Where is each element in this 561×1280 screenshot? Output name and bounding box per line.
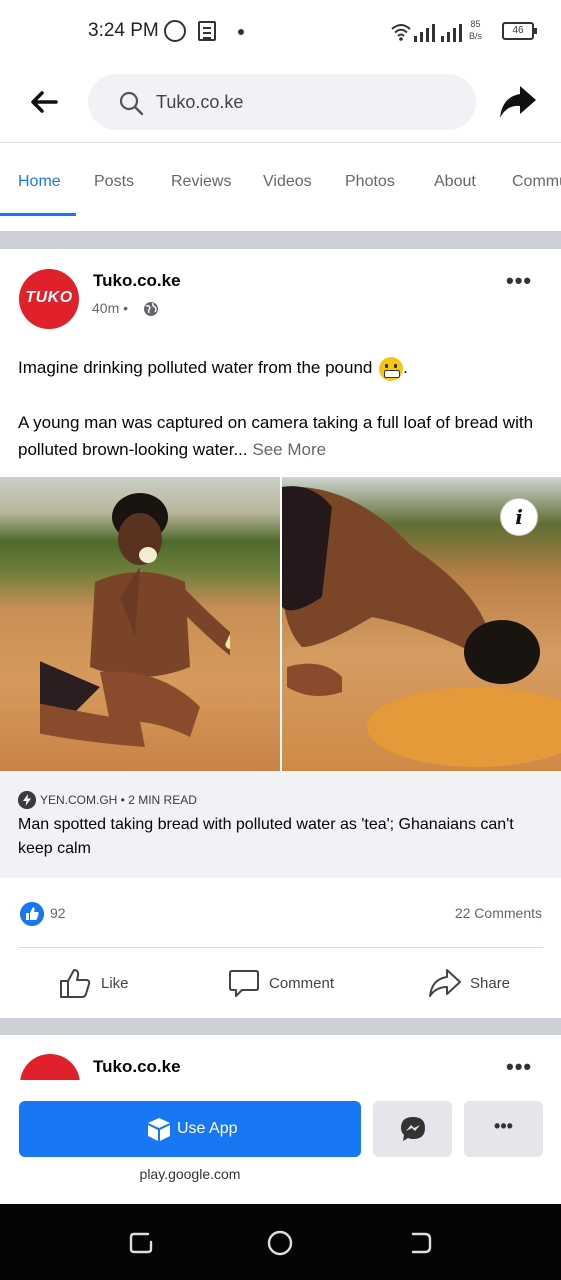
tab-community[interactable]: Community <box>512 173 561 191</box>
signal-icon-2 <box>441 22 467 42</box>
news-icon <box>198 21 216 41</box>
post-image[interactable]: i <box>0 477 561 771</box>
see-more-link[interactable]: See More <box>252 440 326 459</box>
comment-label: Comment <box>269 975 335 992</box>
link-title: Man spotted taking bread with polluted w… <box>18 816 514 857</box>
next-post-more-options[interactable]: ••• <box>506 1054 532 1080</box>
person-eating-bread-image <box>40 493 230 747</box>
back-nav-icon[interactable] <box>405 1228 435 1258</box>
network-speed-unit: B/s <box>469 31 483 41</box>
next-post-page-name[interactable]: Tuko.co.ke <box>93 1057 181 1077</box>
page-avatar[interactable]: TUKO <box>19 269 79 329</box>
home-circle-icon[interactable] <box>265 1228 295 1258</box>
messenger-icon <box>401 1117 425 1141</box>
tab-home[interactable]: Home <box>18 173 61 191</box>
search-input[interactable]: Tuko.co.ke <box>88 74 476 130</box>
link-source: YEN.COM.GH • 2 MIN READ <box>40 793 197 807</box>
post-text-content: Imagine drinking polluted water from the… <box>18 358 373 377</box>
tab-photos[interactable]: Photos <box>345 173 395 191</box>
like-button[interactable]: Like <box>58 965 148 1003</box>
status-bar: 3:24 PM 85 B/s 46 <box>0 0 561 62</box>
comment-button[interactable]: Comment <box>228 965 348 1003</box>
notification-dot-icon <box>238 29 244 35</box>
wifi-icon <box>391 24 411 41</box>
section-separator-2 <box>0 1018 561 1035</box>
thumbs-up-icon <box>60 969 91 998</box>
share-button[interactable]: Share <box>428 965 528 1003</box>
post-more-options[interactable]: ••• <box>506 268 532 294</box>
tab-videos[interactable]: Videos <box>263 173 312 191</box>
battery-icon: 46 <box>502 22 537 40</box>
open-app-bar: Use App ••• play.google.com <box>0 1080 561 1204</box>
search-icon <box>119 91 144 116</box>
tab-active-indicator <box>0 213 76 216</box>
lightning-bolt-icon <box>18 791 36 809</box>
recent-apps-icon[interactable] <box>126 1228 156 1258</box>
post-page-name[interactable]: Tuko.co.ke <box>93 271 181 291</box>
cube-icon <box>148 1118 170 1141</box>
tab-posts[interactable]: Posts <box>94 173 134 191</box>
status-time: 3:24 PM <box>88 20 159 41</box>
share-label: Share <box>470 975 511 992</box>
like-reaction-icon[interactable] <box>20 902 44 926</box>
grimacing-emoji-icon <box>379 356 404 381</box>
share-icon[interactable] <box>498 84 538 120</box>
post-time-text: 40m <box>92 300 120 316</box>
page-tabs: Home Posts Reviews Videos Photos About C… <box>0 142 561 218</box>
use-app-button[interactable]: Use App <box>19 1101 361 1157</box>
info-icon[interactable]: i <box>500 498 538 536</box>
comments-count[interactable]: 22 Comments <box>455 905 542 921</box>
top-bar: Tuko.co.ke <box>0 62 561 142</box>
more-options-button[interactable]: ••• <box>464 1101 543 1157</box>
back-arrow-icon[interactable] <box>28 86 60 118</box>
avatar-logo-text: TUKO <box>25 289 73 306</box>
signal-icon <box>414 22 440 42</box>
whatsapp-icon <box>164 20 186 42</box>
tab-reviews[interactable]: Reviews <box>171 173 231 191</box>
like-label: Like <box>101 975 129 992</box>
globe-icon <box>144 302 158 316</box>
android-nav-bar <box>0 1204 561 1280</box>
link-preview[interactable]: YEN.COM.GH • 2 MIN READ Man spotted taki… <box>0 771 561 878</box>
tab-about[interactable]: About <box>434 173 476 191</box>
play-store-link[interactable]: play.google.com <box>0 1166 380 1182</box>
comment-icon <box>229 970 259 997</box>
search-text: Tuko.co.ke <box>156 92 244 112</box>
share-arrow-icon <box>429 969 461 997</box>
post-image-left <box>0 477 280 771</box>
network-speed-value: 85 <box>470 19 481 29</box>
post-text-line2: A young man was captured on camera takin… <box>18 409 543 463</box>
use-app-label: Use App <box>177 1120 238 1137</box>
messenger-button[interactable] <box>373 1101 452 1157</box>
section-separator <box>0 231 561 249</box>
network-speed: 85 B/s <box>469 18 482 42</box>
reactions-divider <box>18 947 543 948</box>
reaction-count[interactable]: 92 <box>50 905 66 921</box>
post-time: 40m • <box>92 300 129 316</box>
post-text-line1: Imagine drinking polluted water from the… <box>18 354 543 381</box>
